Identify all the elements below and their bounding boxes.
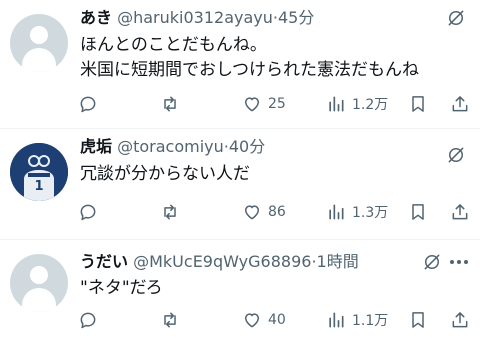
like-button[interactable]: 86 (242, 202, 286, 222)
action-bar: 86 1.3万 (78, 202, 470, 224)
retweet-button[interactable] (160, 94, 180, 114)
grok-icon[interactable] (422, 252, 442, 272)
tweet-text-line: "ネタ"だろ (80, 278, 163, 298)
grok-icon[interactable] (446, 8, 466, 28)
like-count: 86 (268, 204, 286, 220)
avatar-head-shape (30, 26, 48, 44)
retweet-button[interactable] (160, 202, 180, 222)
reply-icon (80, 96, 96, 113)
views-button[interactable]: 1.3万 (326, 202, 388, 222)
display-name[interactable]: あき (80, 8, 112, 27)
tweet-text: ほんとのことだもんね。 米国に短期間でおしつけられた憲法だもんね (80, 33, 419, 83)
tweet-text: "ネタ"だろ (80, 276, 163, 301)
share-button[interactable] (450, 202, 470, 222)
retweet-button[interactable] (160, 310, 180, 330)
bookmark-icon (412, 312, 424, 328)
tweet-1[interactable]: あき @haruki0312ayayu·45分 ほんとのことだもんね。 米国に短… (0, 0, 480, 128)
user-handle[interactable]: @haruki0312ayayu (117, 8, 273, 27)
user-handle[interactable]: @MkUcE9qWyG68896 (133, 252, 311, 271)
more-dot (450, 260, 454, 264)
more-icon[interactable] (450, 260, 468, 264)
retweet-icon (164, 96, 176, 112)
share-button[interactable] (450, 94, 470, 114)
timestamp[interactable]: 40分 (229, 137, 265, 156)
bookmark-button[interactable] (408, 202, 428, 222)
tweet-text-line: ほんとのことだもんね。 (80, 35, 267, 55)
reply-button[interactable] (78, 310, 98, 330)
tweet-text: 冗談が分からない人だ (80, 162, 250, 187)
avatar[interactable] (10, 14, 68, 72)
views-icon (329, 96, 344, 112)
share-icon (452, 96, 468, 112)
view-count: 1.3万 (352, 205, 389, 221)
more-dot (464, 260, 468, 264)
bookmark-icon (412, 96, 424, 112)
reply-button[interactable] (78, 202, 98, 222)
timestamp[interactable]: 45分 (278, 8, 314, 27)
action-bar: 25 1.2万 (78, 94, 470, 116)
timestamp[interactable]: 1時間 (317, 252, 359, 271)
share-button[interactable] (450, 310, 470, 330)
heart-icon (245, 313, 259, 328)
like-count: 25 (268, 96, 286, 112)
avatar[interactable]: 1 (10, 143, 68, 201)
avatar-body-shape (22, 48, 56, 72)
user-handle[interactable]: @toracomiyu (117, 137, 224, 156)
retweet-icon (164, 312, 176, 328)
tweet-header: あき @haruki0312ayayu·45分 (80, 8, 314, 28)
bookmark-button[interactable] (408, 310, 428, 330)
bookmark-button[interactable] (408, 94, 428, 114)
view-count: 1.1万 (352, 313, 389, 329)
grok-icon[interactable] (446, 145, 466, 165)
action-bar: 40 1.1万 (78, 310, 470, 332)
tweet-3[interactable]: うだい @MkUcE9qWyG68896·1時間 "ネタ"だろ 40 1.1万 (0, 240, 480, 345)
display-name[interactable]: 虎垢 (80, 137, 112, 156)
heart-icon (245, 205, 259, 220)
bookmark-icon (412, 204, 424, 220)
share-icon (452, 204, 468, 220)
like-button[interactable]: 40 (242, 310, 286, 330)
like-button[interactable]: 25 (242, 94, 286, 114)
tweet-header: うだい @MkUcE9qWyG68896·1時間 (80, 252, 359, 272)
tweet-header: 虎垢 @toracomiyu·40分 (80, 137, 265, 157)
more-dot (457, 260, 461, 264)
views-button[interactable]: 1.2万 (326, 94, 388, 114)
views-button[interactable]: 1.1万 (326, 310, 388, 330)
display-name[interactable]: うだい (80, 252, 128, 271)
views-icon (329, 204, 344, 220)
avatar-head-shape (30, 266, 48, 284)
tweet-text-line: 米国に短期間でおしつけられた憲法だもんね (80, 60, 419, 80)
share-icon (452, 312, 468, 328)
view-count: 1.2万 (352, 97, 389, 113)
tweet-2[interactable]: 1 虎垢 @toracomiyu·40分 冗談が分からない人だ 86 1.3万 (0, 129, 480, 239)
reply-button[interactable] (78, 94, 98, 114)
heart-icon (245, 97, 259, 112)
jersey-number: 1 (34, 179, 44, 194)
retweet-icon (164, 204, 176, 220)
reply-icon (80, 204, 96, 221)
tweet-text-line: 冗談が分からない人だ (80, 164, 250, 184)
reply-icon (80, 312, 96, 329)
avatar-body-shape (22, 288, 56, 312)
views-icon (329, 312, 344, 328)
avatar[interactable] (10, 254, 68, 312)
like-count: 40 (268, 312, 286, 328)
